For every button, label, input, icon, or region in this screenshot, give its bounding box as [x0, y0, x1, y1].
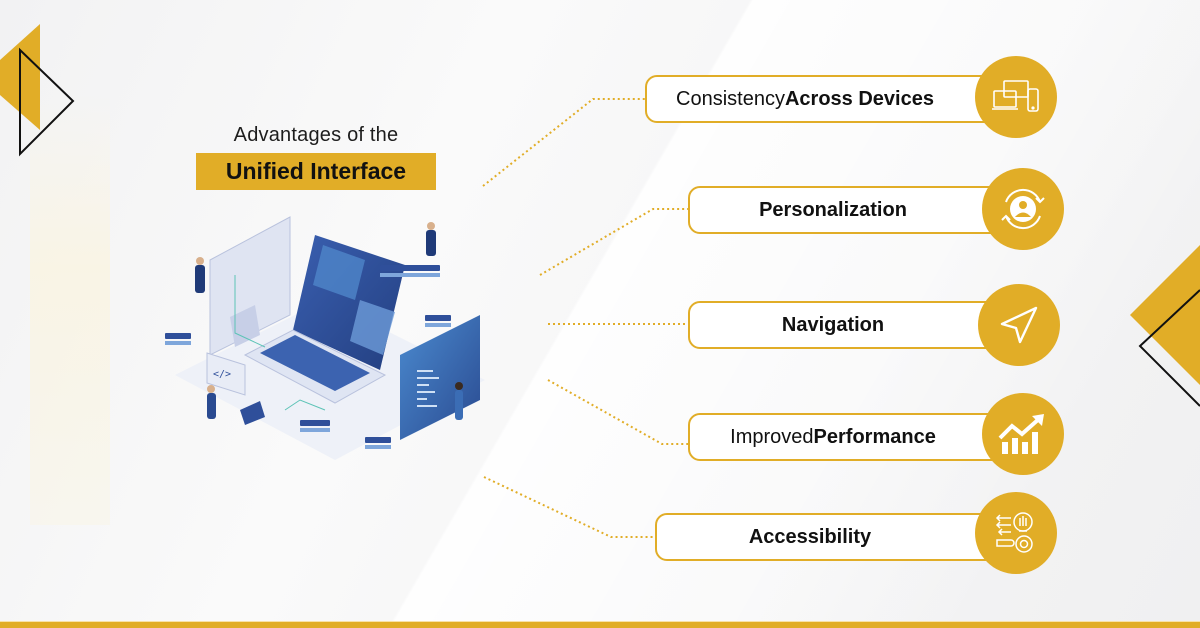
devices-icon: [975, 56, 1057, 138]
page-heading: Advantages of the Unified Interface: [196, 124, 436, 190]
advantage-performance-pill: Improved Performance: [688, 413, 1028, 461]
heading-subtitle: Advantages of the: [233, 124, 399, 146]
advantage-label-light: Improved: [730, 425, 814, 448]
advantage-label-bold: Performance: [813, 425, 936, 448]
advantage-label-bold: Across Devices: [784, 87, 934, 110]
idea-gear-icon: [975, 492, 1057, 574]
advantage-accessibility-pill: Accessibility: [655, 513, 1015, 561]
advantage-personalization-pill: Personalization: [688, 186, 1028, 234]
navigation-arrow-icon: [978, 284, 1060, 366]
right-diamond-yellow: [1130, 245, 1200, 385]
advantage-navigation-pill: Navigation: [688, 301, 1028, 349]
advantage-consistency-pill: Consistency Across Devices: [645, 75, 1015, 123]
connector-line-4: [547, 379, 690, 445]
user-sync-icon: [982, 168, 1064, 250]
growth-chart-icon: [982, 393, 1064, 475]
svg-text:</>: </>: [213, 369, 231, 380]
advantage-label-bold: Personalization: [759, 198, 907, 221]
bottom-accent-bar: [0, 621, 1200, 628]
connector-line-5: [483, 476, 657, 538]
advantage-label-bold: Accessibility: [748, 525, 872, 548]
connector-line-2: [539, 208, 690, 276]
advantage-label-light: Consistency: [676, 87, 785, 110]
connector-line-1: [482, 98, 647, 187]
heading-title: Unified Interface: [196, 153, 436, 190]
isometric-devices-illustration: </>: [165, 216, 485, 460]
code-panel-device: [400, 315, 480, 440]
advantage-label-bold: Navigation: [781, 313, 885, 336]
